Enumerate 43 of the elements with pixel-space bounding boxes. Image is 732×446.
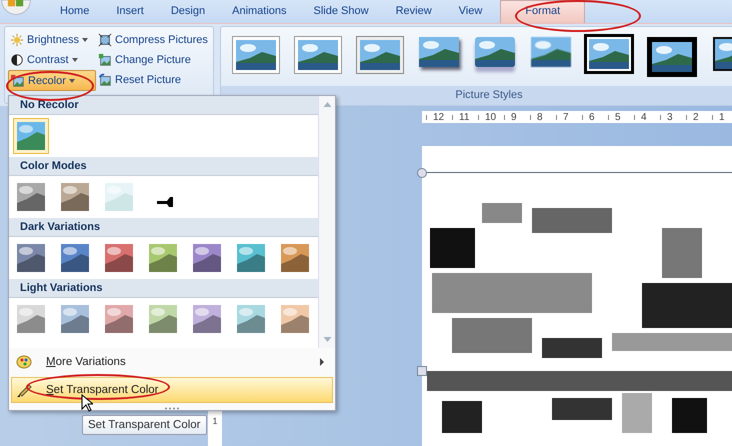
ribbon-button[interactable]: Recolor	[8, 70, 96, 91]
compress-icon	[98, 32, 112, 46]
ribbon-tab[interactable]: Home	[47, 1, 102, 23]
picture-style-thumbnail[interactable]	[531, 37, 571, 67]
ribbon-tab[interactable]: View	[446, 1, 496, 23]
menu-item[interactable]: More Variations	[11, 349, 333, 376]
ribbon-button[interactable]: Contrast	[8, 50, 96, 69]
picture-icon	[11, 74, 25, 88]
ribbon-tab[interactable]: Slide Show	[300, 1, 382, 23]
recolor-swatch	[17, 183, 45, 211]
resize-grip-icon[interactable]	[164, 407, 180, 410]
tooltip: Set Transparent Color	[82, 415, 207, 435]
ribbon-tab[interactable]: Format	[500, 0, 586, 23]
horizontal-ruler: 12 11 10 9 8 7 6 5 4 3 2 1	[422, 111, 732, 123]
picture-style-thumbnail[interactable]	[475, 37, 515, 67]
recolor-swatch	[105, 183, 133, 211]
recolor-option[interactable]	[13, 118, 49, 154]
contrast-icon	[10, 52, 24, 66]
section-header: No Recolor	[9, 96, 318, 115]
ribbon-button[interactable]: Reset Picture	[96, 70, 214, 89]
sun-icon	[10, 32, 24, 46]
selection-handle[interactable]	[417, 366, 427, 376]
ribbon-button[interactable]: Change Picture	[96, 50, 214, 69]
ribbon-tab[interactable]: Animations	[219, 1, 300, 23]
ribbon-tab[interactable]: Insert	[103, 1, 157, 23]
recolor-swatch	[61, 183, 89, 211]
ribbon-tab[interactable]: Review	[382, 1, 445, 23]
recolor-swatch	[17, 122, 45, 150]
section-header: Dark Variations	[9, 218, 318, 237]
section-header: Color Modes	[9, 157, 318, 176]
palette-icon	[16, 354, 32, 370]
ribbon-tab[interactable]: Design	[158, 1, 218, 23]
picture-icon	[98, 52, 112, 66]
ribbon-button[interactable]: Compress Pictures	[96, 30, 214, 49]
pencil-icon	[16, 382, 32, 398]
picture-icon	[98, 72, 112, 86]
picture-style-thumbnail[interactable]	[647, 37, 697, 77]
menu-item[interactable]: Set Transparent Color	[11, 377, 333, 404]
ribbon-button[interactable]: Brightness	[8, 30, 96, 49]
submenu-arrow-icon	[320, 358, 324, 366]
picture-style-thumbnail[interactable]	[419, 37, 459, 67]
section-header: Light Variations	[9, 279, 318, 298]
selection-handle[interactable]	[417, 168, 427, 178]
